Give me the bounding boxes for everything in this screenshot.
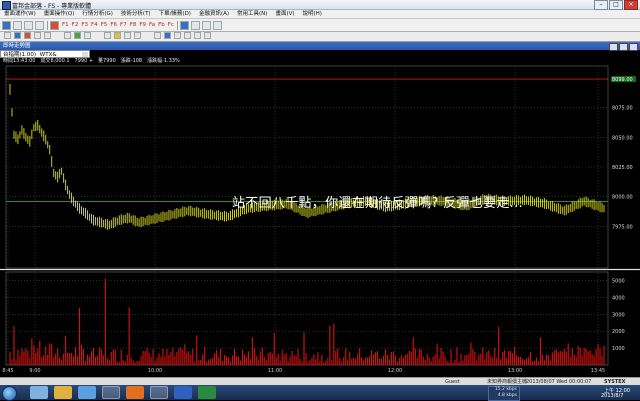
last-price-label: 8099.00 [612, 77, 633, 83]
word-taskbar-icon[interactable] [174, 386, 192, 399]
net-down: 4.8 kbps [497, 393, 517, 398]
price-tick-label: 8050.00 [612, 135, 633, 141]
folder-taskbar-icon[interactable] [54, 386, 72, 399]
x-tick-label: 13:45 [591, 368, 605, 374]
x-tick-label: 11:00 [268, 368, 282, 374]
volume-tick-label: 3000 [612, 312, 625, 318]
caption-overlay: 站不回八千點，你還在期待反彈嗎? 反彈也要走... [232, 196, 523, 211]
media-taskbar-icon[interactable] [78, 386, 96, 399]
volume-tick-label: 1000 [612, 346, 625, 352]
app-taskbar-icon[interactable] [150, 386, 168, 399]
volume-tick-label: 5000 [612, 278, 625, 284]
price-tick-label: 7975.00 [612, 224, 633, 230]
tray-date: 2013/8/7 [601, 393, 624, 399]
firefox-taskbar-icon[interactable] [126, 386, 144, 399]
volume-panel-frame [5, 271, 609, 366]
excel-taskbar-icon[interactable] [198, 386, 216, 399]
x-tick-label: 12:00 [388, 368, 402, 374]
x-tick-label: 13:00 [508, 368, 522, 374]
network-meter: 15.2 kbps 4.8 kbps [488, 386, 520, 401]
fubon-taskbar-icon[interactable] [102, 386, 120, 399]
x-tick-label: 10:00 [148, 368, 162, 374]
ie-taskbar-icon[interactable] [30, 386, 48, 399]
price-tick-label: 8000.00 [612, 195, 633, 201]
x-tick-label: 8:45 [2, 368, 13, 374]
volume-tick-label: 4000 [612, 295, 625, 301]
x-tick-label: 9:00 [29, 368, 40, 374]
price-tick-label: 8075.00 [612, 106, 633, 112]
start-button-icon[interactable] [2, 386, 17, 401]
os-taskbar [0, 385, 640, 401]
volume-tick-label: 2000 [612, 329, 625, 335]
price-tick-label: 8025.00 [612, 165, 633, 171]
